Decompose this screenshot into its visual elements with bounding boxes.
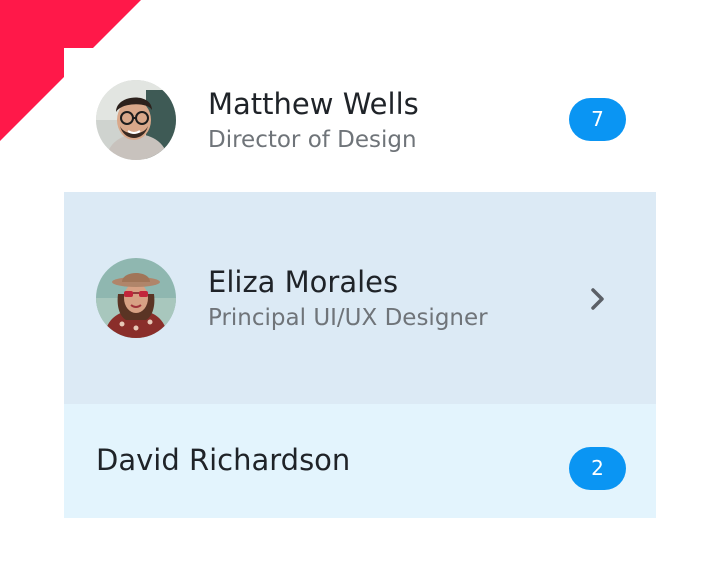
avatar: [96, 258, 176, 338]
contact-title: Principal UI/UX Designer: [208, 305, 488, 331]
contact-name: David Richardson: [96, 443, 351, 477]
contact-name: Matthew Wells: [208, 87, 419, 121]
count-badge: 2: [569, 447, 626, 490]
contact-list: Matthew Wells Director of Design 7 Eliza…: [64, 48, 656, 518]
list-item-eliza-morales[interactable]: Eliza Morales Principal UI/UX Designer: [64, 192, 656, 404]
list-item-matthew-wells[interactable]: Matthew Wells Director of Design 7: [64, 48, 656, 192]
avatar: [96, 80, 176, 160]
list-item-david-richardson[interactable]: David Richardson 2: [64, 404, 656, 518]
chevron-right-icon[interactable]: [588, 287, 608, 311]
contact-name: Eliza Morales: [208, 265, 399, 299]
count-badge: 7: [569, 98, 626, 141]
contact-title: Director of Design: [208, 127, 417, 153]
